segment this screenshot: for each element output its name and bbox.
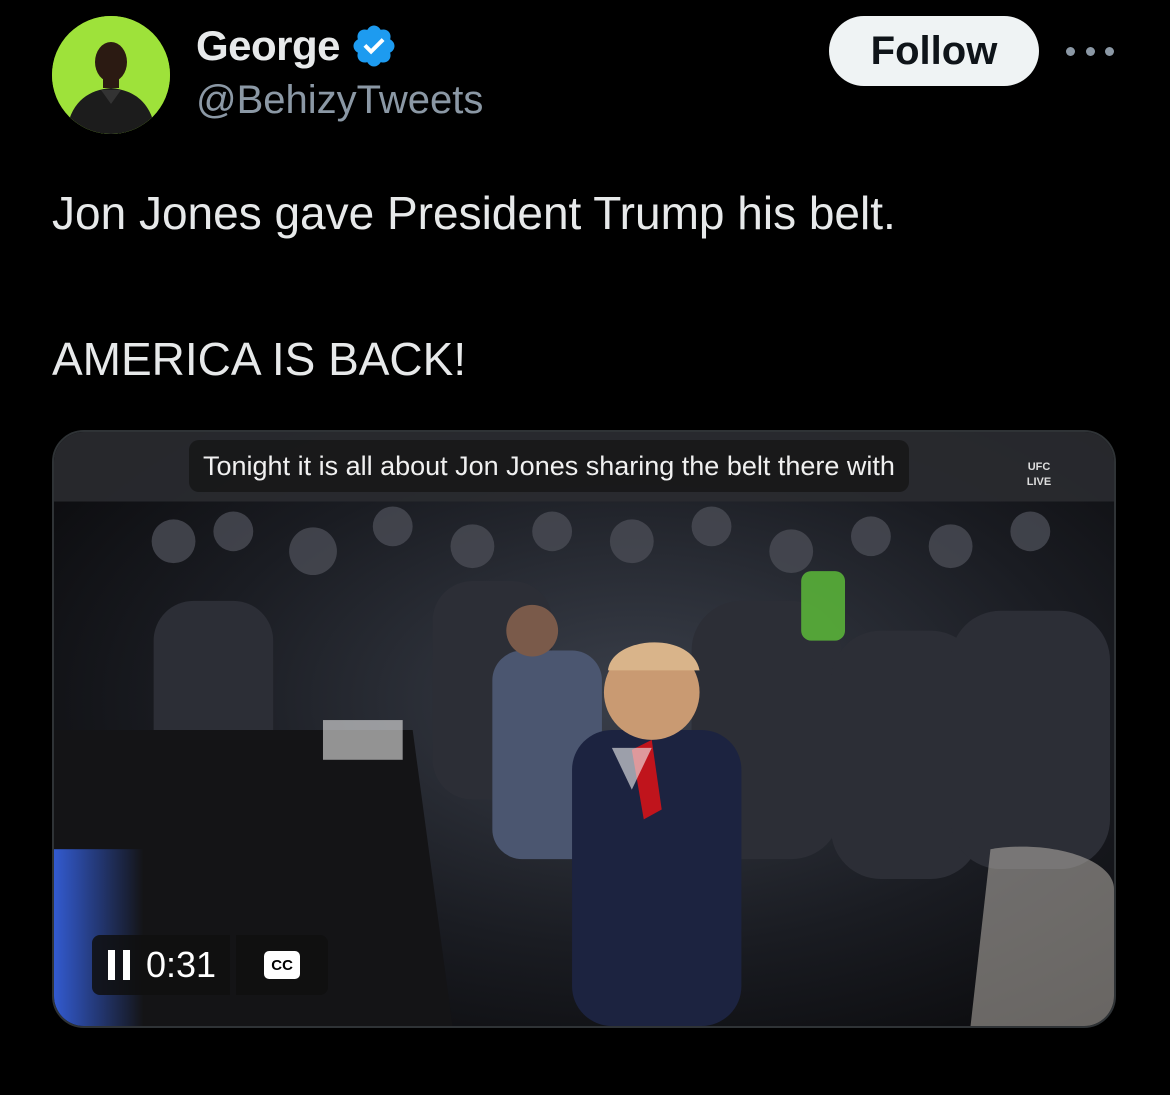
closed-captions-icon: CC [264,951,301,979]
author-handle[interactable]: @BehizyTweets [196,78,483,123]
video-controls: 0:31 CC [92,935,329,995]
more-options-icon[interactable] [1066,36,1114,66]
channel-logo-bottom: LIVE [1026,476,1052,489]
tweet-text-line-2: AMERICA IS BACK! [52,333,467,385]
author-avatar[interactable] [52,16,170,134]
video-caption: Tonight it is all about Jon Jones sharin… [189,440,909,492]
play-pause-button[interactable]: 0:31 [92,935,231,995]
author-name-row: George [196,18,398,74]
follow-button[interactable]: Follow [829,16,1039,86]
author-display-name[interactable]: George [196,22,341,70]
verified-badge-icon[interactable] [350,22,398,70]
pause-icon [108,950,130,980]
dot [1105,46,1114,56]
channel-logo: UFC LIVE [1012,460,1066,506]
channel-logo-top: UFC [1027,461,1051,473]
dot [1066,46,1075,56]
tweet-text-line-1: Jon Jones gave President Trump his belt. [52,187,896,239]
video-player[interactable]: Tonight it is all about Jon Jones sharin… [52,430,1116,1028]
closed-captions-button[interactable]: CC [236,935,329,995]
avatar-image [52,16,170,134]
dot [1085,46,1095,56]
tweet: George @BehizyTweets Follow Jon Jones ga… [0,0,1170,1095]
elapsed-time: 0:31 [146,944,217,985]
